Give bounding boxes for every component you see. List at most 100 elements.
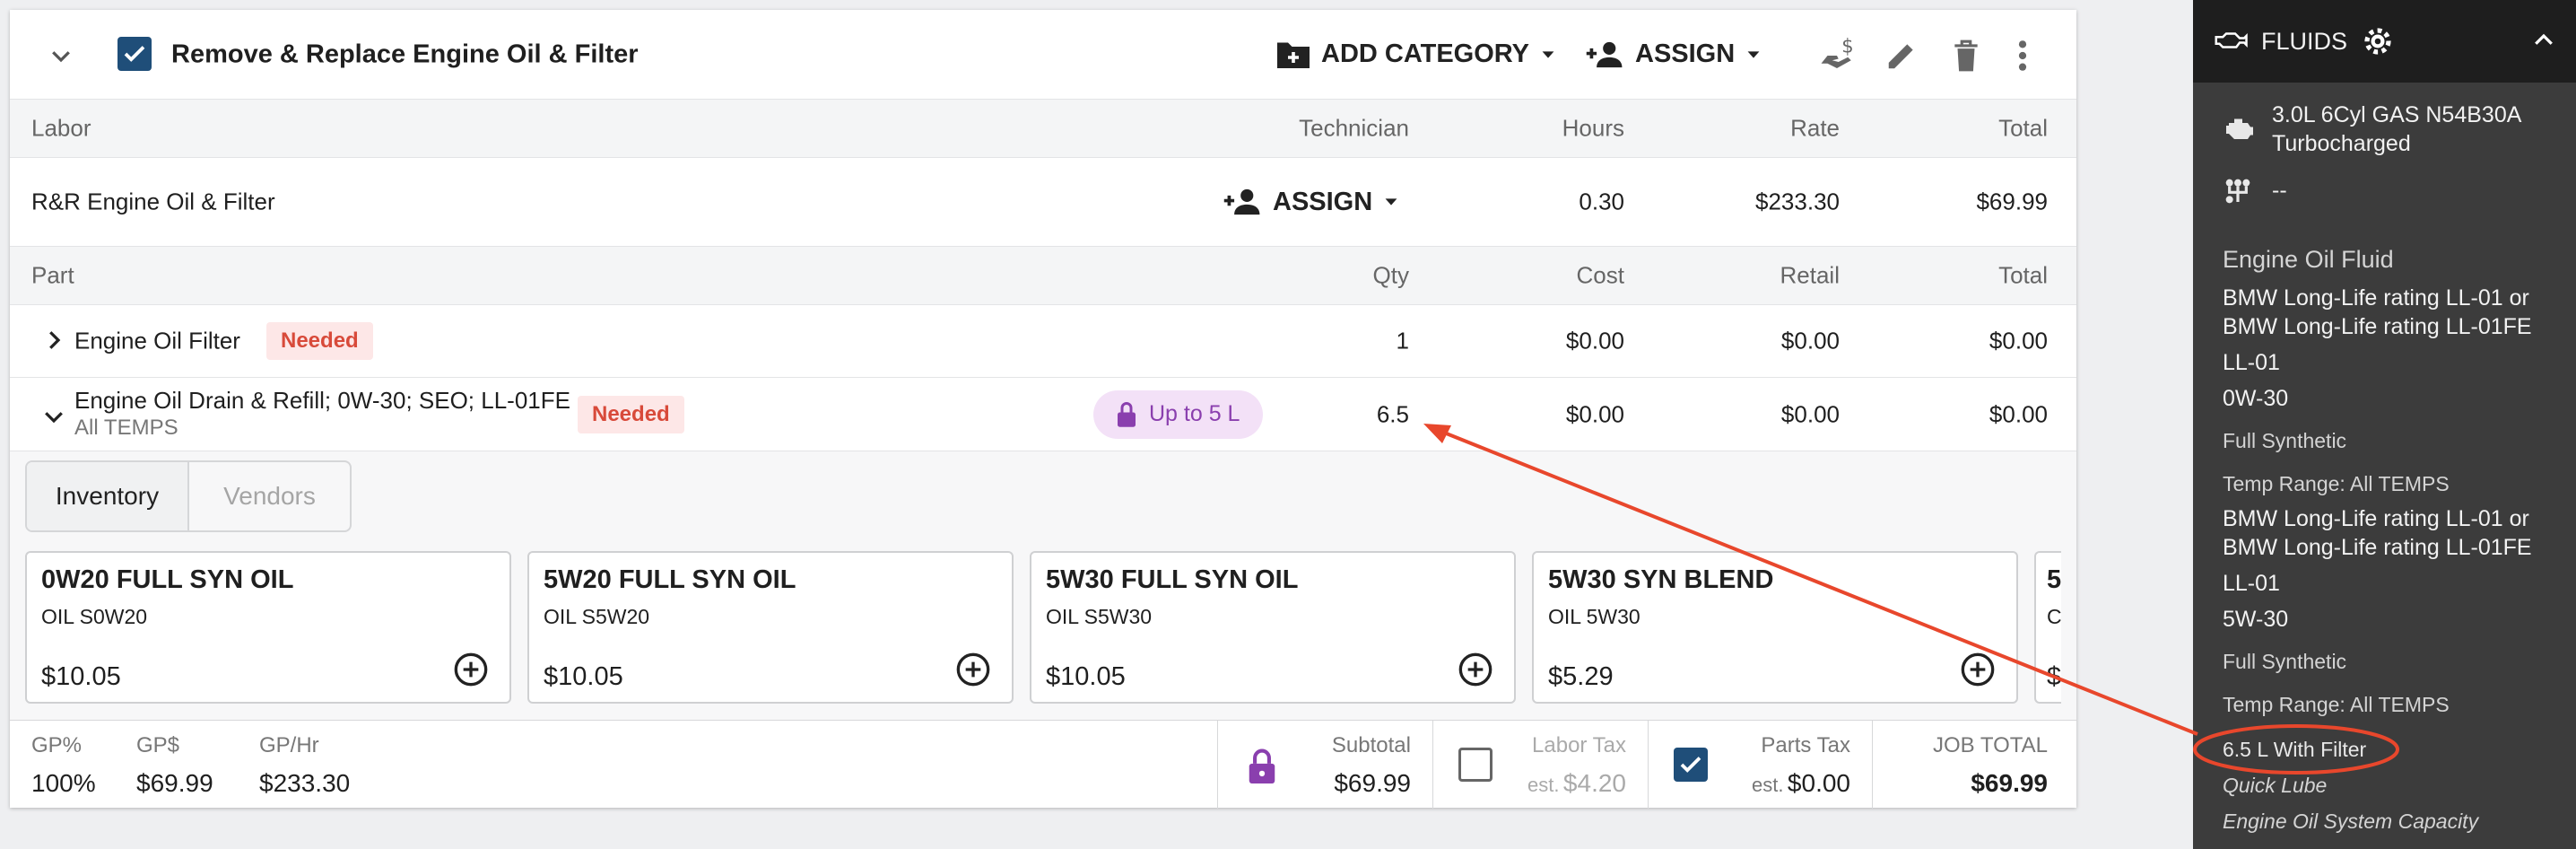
tab-inventory[interactable]: Inventory bbox=[27, 462, 189, 530]
more-vertical-icon[interactable] bbox=[2016, 39, 2029, 73]
expand-chevron-icon[interactable] bbox=[40, 327, 67, 354]
total-header: Total bbox=[1998, 114, 2048, 142]
labor-tax-est: est. bbox=[1527, 774, 1560, 796]
labor-tax-value-wrap: est. $4.20 bbox=[1527, 769, 1626, 798]
add-circle-icon[interactable] bbox=[453, 652, 489, 687]
job-title: Remove & Replace Engine Oil & Filter bbox=[171, 39, 639, 68]
svg-text:$: $ bbox=[1841, 37, 1853, 57]
oil-temp-range: Temp Range: All TEMPS bbox=[2223, 472, 2450, 495]
labor-row: R&R Engine Oil & Filter ASSIGN 0.30 $233… bbox=[10, 158, 2076, 246]
product-price: $ bbox=[2047, 662, 2061, 691]
folder-plus-icon bbox=[1277, 42, 1310, 68]
gp-dollar-label: GP$ bbox=[136, 733, 180, 757]
source-tabs: Inventory Vendors bbox=[25, 460, 352, 532]
labor-assign-button[interactable]: ASSIGN bbox=[1223, 187, 1401, 217]
parts-column-header: Part Qty Cost Retail Total bbox=[10, 246, 2076, 305]
assign-button[interactable]: ASSIGN bbox=[1585, 39, 1763, 70]
parts-tax-est: est. bbox=[1752, 774, 1784, 796]
oil-type: Full Synthetic bbox=[2223, 429, 2347, 452]
section-title: Engine Oil Fluid bbox=[2223, 246, 2394, 273]
product-card[interactable]: 0W20 FULL SYN OIL OIL S0W20 $10.05 bbox=[25, 551, 511, 704]
part-total: $0.00 bbox=[1989, 327, 2048, 354]
retail-header: Retail bbox=[1780, 261, 1840, 289]
price-hand-icon[interactable]: $ bbox=[1818, 37, 1856, 74]
part-qty[interactable]: 1 bbox=[1397, 328, 1409, 355]
product-card[interactable]: 5W30 FULL SYN OIL OIL S5W30 $10.05 bbox=[1030, 551, 1516, 704]
product-name: 5 bbox=[2047, 565, 2061, 594]
parts-tax-value: $0.00 bbox=[1787, 769, 1850, 797]
collapse-chevron-icon[interactable] bbox=[48, 42, 74, 69]
job-header: Remove & Replace Engine Oil & Filter ADD… bbox=[10, 10, 2076, 99]
parts-tax-checkbox[interactable] bbox=[1674, 748, 1708, 782]
oil-viscosity: 5W-30 bbox=[2223, 607, 2289, 632]
engine-icon bbox=[2224, 115, 2256, 142]
gp-hour-label: GP/Hr bbox=[259, 733, 319, 757]
rate-header: Rate bbox=[1790, 114, 1840, 142]
part-cost: $0.00 bbox=[1565, 327, 1624, 354]
parts-tax-section: Parts Tax est. $0.00 bbox=[1648, 721, 1872, 809]
hours-header: Hours bbox=[1562, 114, 1624, 142]
labor-column-header: Labor Technician Hours Rate Total bbox=[10, 99, 2076, 158]
oil-spec-line: BMW Long-Life rating LL-01FE bbox=[2223, 314, 2532, 339]
add-circle-icon[interactable] bbox=[955, 652, 991, 687]
gear-icon[interactable] bbox=[2362, 25, 2394, 57]
labor-tax-label: Labor Tax bbox=[1532, 733, 1626, 757]
tab-vendors[interactable]: Vendors bbox=[189, 462, 350, 530]
collapse-chevron-icon[interactable] bbox=[40, 403, 67, 430]
product-card-partial[interactable]: 5 C $ bbox=[2034, 551, 2061, 704]
product-price: $10.05 bbox=[1046, 662, 1126, 691]
drivetrain-value: -- bbox=[2272, 178, 2287, 203]
oil-type: Full Synthetic bbox=[2223, 650, 2347, 673]
part-qty[interactable]: 6.5 bbox=[1377, 400, 1409, 428]
product-card[interactable]: 5W20 FULL SYN OIL OIL S5W20 $10.05 bbox=[527, 551, 1014, 704]
labor-header: Labor bbox=[31, 114, 91, 142]
labor-rate: $233.30 bbox=[1755, 188, 1840, 215]
job-card: Remove & Replace Engine Oil & Filter ADD… bbox=[10, 10, 2076, 809]
dropdown-caret-icon bbox=[1747, 50, 1760, 58]
product-code: OIL S5W30 bbox=[1046, 605, 1153, 628]
labor-tax-value: $4.20 bbox=[1562, 769, 1626, 797]
trash-icon[interactable] bbox=[1951, 39, 1981, 73]
subtotal-section: Subtotal $69.99 bbox=[1217, 721, 1432, 809]
labor-tax-section: Labor Tax est. $4.20 bbox=[1432, 721, 1648, 809]
product-code: OIL S5W20 bbox=[544, 605, 650, 628]
add-circle-icon[interactable] bbox=[1960, 652, 1996, 687]
labor-tax-checkbox[interactable] bbox=[1458, 748, 1493, 782]
cost-header: Cost bbox=[1576, 261, 1624, 289]
add-category-button[interactable]: ADD CATEGORY bbox=[1275, 39, 1558, 71]
person-add-icon bbox=[1223, 188, 1260, 215]
gp-percent-label: GP% bbox=[31, 733, 83, 757]
fluids-header[interactable]: FLUIDS bbox=[2193, 0, 2576, 83]
system-capacity-label: Engine Oil System Capacity bbox=[2223, 810, 2479, 833]
job-total-value: $69.99 bbox=[1971, 769, 2048, 797]
parts-tax-label: Parts Tax bbox=[1761, 733, 1850, 757]
chevron-up-icon[interactable] bbox=[2530, 27, 2557, 54]
subtotal-label: Subtotal bbox=[1331, 733, 1411, 757]
product-price: $10.05 bbox=[544, 662, 623, 691]
part-row[interactable]: Engine Oil Filter Needed 1 $0.00 $0.00 $… bbox=[10, 305, 2076, 378]
product-name: 0W20 FULL SYN OIL bbox=[41, 565, 294, 594]
oil-spec-line: LL-01 bbox=[2223, 571, 2280, 596]
labor-name: R&R Engine Oil & Filter bbox=[31, 188, 275, 215]
oil-temp-range: Temp Range: All TEMPS bbox=[2223, 693, 2450, 716]
quick-lube-label: Quick Lube bbox=[2223, 774, 2328, 797]
engine-spec-line1: 3.0L 6Cyl GAS N54B30A bbox=[2272, 102, 2522, 127]
lock-icon bbox=[1118, 401, 1136, 427]
person-add-icon bbox=[1586, 41, 1623, 67]
oil-capacity: 6.5 L With Filter bbox=[2223, 738, 2367, 761]
product-card[interactable]: 5W30 SYN BLEND OIL 5W30 $5.29 bbox=[1532, 551, 2018, 704]
oil-spec-line: BMW Long-Life rating LL-01 or bbox=[2223, 285, 2529, 311]
part-retail: $0.00 bbox=[1780, 327, 1840, 354]
product-name: 5W30 SYN BLEND bbox=[1548, 565, 1774, 594]
gp-dollar-value: $69.99 bbox=[136, 769, 213, 797]
part-temp-subtitle: All TEMPS bbox=[74, 416, 178, 440]
part-total: $0.00 bbox=[1989, 400, 2048, 427]
add-circle-icon[interactable] bbox=[1458, 652, 1493, 687]
job-checkbox[interactable] bbox=[117, 37, 152, 71]
part-row[interactable]: Engine Oil Drain & Refill; 0W-30; SEO; L… bbox=[10, 378, 2076, 451]
capacity-chip[interactable]: Up to 5 L bbox=[1093, 389, 1264, 439]
product-code: OIL 5W30 bbox=[1548, 605, 1640, 628]
edit-pencil-icon[interactable] bbox=[1884, 39, 1919, 73]
part-cost: $0.00 bbox=[1565, 400, 1624, 427]
subtotal-value: $69.99 bbox=[1334, 769, 1411, 797]
